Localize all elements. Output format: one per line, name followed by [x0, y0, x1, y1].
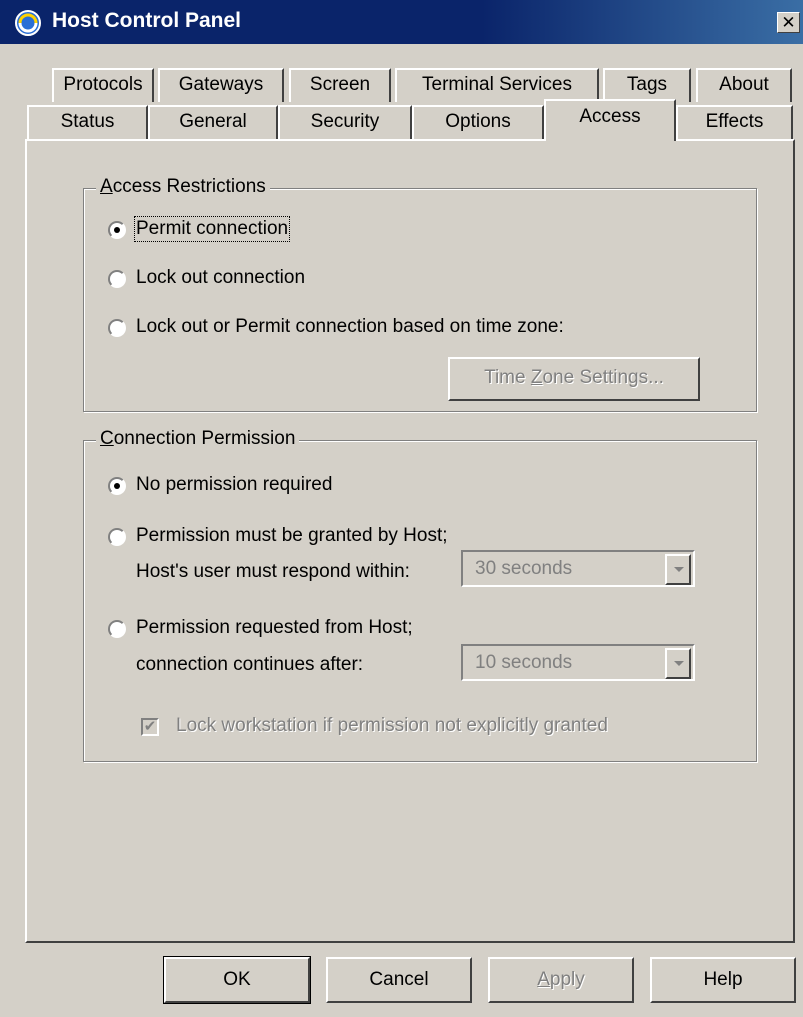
no-permission-label[interactable]: No permission required — [136, 474, 332, 496]
time-zone-label[interactable]: Lock out or Permit connection based on t… — [136, 316, 564, 338]
time-zone-settings-button[interactable]: Time Zone Settings... — [448, 357, 700, 401]
tab-status[interactable]: Status — [27, 105, 148, 139]
permit-connection-label[interactable]: Permit connection — [133, 216, 291, 242]
title-bar: Host Control Panel ✕ — [0, 0, 803, 44]
remote-control-app-icon — [15, 10, 41, 36]
continues-after-select[interactable]: 10 seconds — [461, 644, 695, 681]
access-restrictions-group: Access Restrictions Permit connection Lo… — [83, 176, 757, 412]
tab-gateways[interactable]: Gateways — [158, 68, 284, 102]
tab-options[interactable]: Options — [412, 105, 544, 139]
tab-general[interactable]: General — [148, 105, 278, 139]
respond-within-label: Host's user must respond within: — [136, 561, 410, 582]
continues-after-label: connection continues after: — [136, 654, 364, 675]
lock-out-connection-label[interactable]: Lock out connection — [136, 267, 305, 289]
permission-requested-radio[interactable] — [108, 620, 126, 638]
tab-security[interactable]: Security — [278, 105, 412, 139]
tab-panel-access: Access Restrictions Permit connection Lo… — [25, 139, 795, 943]
tab-access[interactable]: Access — [544, 99, 676, 141]
lock-workstation-checkbox[interactable]: ✔ — [141, 718, 159, 736]
permission-granted-label[interactable]: Permission must be granted by Host; — [136, 525, 448, 547]
permission-granted-radio[interactable] — [108, 528, 126, 546]
help-button[interactable]: Help — [650, 957, 796, 1003]
tab-screen[interactable]: Screen — [289, 68, 391, 102]
window-title: Host Control Panel — [52, 9, 242, 32]
close-button[interactable]: ✕ — [777, 12, 800, 33]
tab-protocols[interactable]: Protocols — [52, 68, 154, 102]
permission-requested-label[interactable]: Permission requested from Host; — [136, 617, 413, 639]
connection-permission-group: Connection Permission No permission requ… — [83, 428, 757, 762]
lock-workstation-label[interactable]: Lock workstation if permission not expli… — [176, 715, 608, 737]
cancel-button[interactable]: Cancel — [326, 957, 472, 1003]
access-restrictions-legend: Access Restrictions — [96, 176, 270, 198]
tab-effects[interactable]: Effects — [676, 105, 793, 139]
apply-button[interactable]: Apply — [488, 957, 634, 1003]
tab-terminal-services[interactable]: Terminal Services — [395, 68, 599, 102]
close-icon: ✕ — [781, 13, 796, 32]
checkmark-icon: ✔ — [143, 718, 157, 735]
time-zone-radio[interactable] — [108, 319, 126, 337]
ok-button[interactable]: OK — [163, 956, 311, 1004]
lock-out-connection-radio[interactable] — [108, 270, 126, 288]
no-permission-radio[interactable] — [108, 477, 126, 495]
permit-connection-radio[interactable] — [108, 221, 126, 239]
tab-tags[interactable]: Tags — [603, 68, 691, 102]
chevron-down-icon[interactable] — [665, 554, 691, 585]
tab-about[interactable]: About — [696, 68, 792, 102]
connection-permission-legend: Connection Permission — [96, 428, 300, 450]
respond-within-select[interactable]: 30 seconds — [461, 550, 695, 587]
chevron-down-icon[interactable] — [665, 648, 691, 679]
